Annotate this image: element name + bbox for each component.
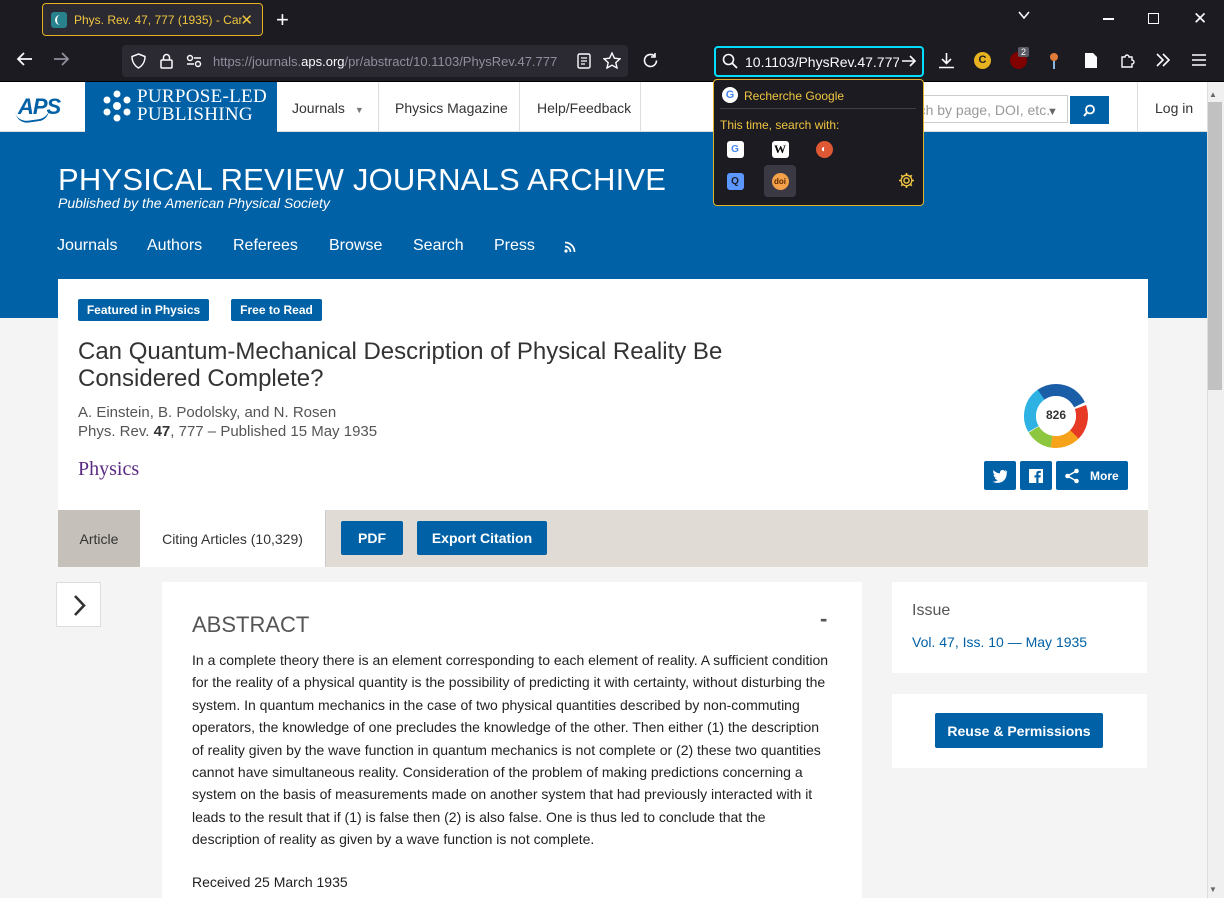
nav-physics-magazine[interactable]: Physics Magazine	[379, 82, 520, 132]
share-more-button[interactable]: More	[1056, 461, 1128, 490]
login-link[interactable]: Log in	[1137, 82, 1207, 132]
free-to-read-badge[interactable]: Free to Read	[231, 299, 322, 321]
tab-title: Phys. Rev. 47, 777 (1935) - Can Quantum-…	[74, 12, 242, 27]
purpose-led-flower-icon	[100, 88, 134, 129]
physics-logo[interactable]: Physics	[78, 458, 139, 481]
twitter-icon	[992, 469, 1008, 483]
close-window-button[interactable]: ✕	[1193, 9, 1207, 29]
menu-press[interactable]: Press	[494, 237, 535, 255]
export-citation-button[interactable]: Export Citation	[417, 521, 547, 555]
menu-browse[interactable]: Browse	[329, 237, 382, 255]
menu-journals[interactable]: Journals	[57, 237, 117, 255]
forward-button[interactable]	[52, 50, 70, 73]
sidebar-toggle-button[interactable]	[56, 582, 101, 627]
maximize-button[interactable]	[1148, 13, 1159, 24]
article-title: Can Quantum-Mechanical Description of Ph…	[78, 338, 723, 392]
scrollbar-thumb[interactable]	[1208, 102, 1222, 390]
web-page: APS PURPOSE-LED PUBLISHING Journals ▼ Phy…	[0, 82, 1207, 898]
site-search-button[interactable]	[1070, 96, 1109, 124]
share-facebook-button[interactable]	[1020, 461, 1052, 490]
list-tabs-icon[interactable]	[1017, 8, 1031, 27]
featured-in-physics-badge[interactable]: Featured in Physics	[78, 299, 209, 321]
overflow-chevrons-icon[interactable]	[1155, 52, 1171, 73]
back-button[interactable]	[16, 50, 34, 73]
nav-journals[interactable]: Journals ▼	[277, 82, 379, 132]
bookmark-star-icon[interactable]	[602, 51, 622, 74]
reload-icon[interactable]	[642, 52, 659, 74]
chevron-right-icon	[74, 595, 86, 616]
reader-view-icon[interactable]	[577, 53, 591, 74]
issue-panel	[892, 582, 1147, 673]
share-twitter-button[interactable]	[984, 461, 1016, 490]
search-icon	[1083, 104, 1095, 117]
menu-authors[interactable]: Authors	[147, 237, 202, 255]
go-arrow-icon[interactable]	[899, 53, 917, 74]
doi-icon[interactable]: doi	[764, 165, 796, 197]
scroll-up-arrow-icon[interactable]: ▲	[1209, 90, 1217, 99]
popup-google-search[interactable]: Recherche Google	[744, 89, 844, 103]
facebook-icon	[1029, 468, 1043, 483]
lock-icon[interactable]	[160, 53, 173, 74]
popup-subheading: This time, search with:	[720, 118, 840, 132]
hamburger-menu-icon[interactable]	[1191, 53, 1207, 72]
extension-pin-icon[interactable]	[1048, 52, 1060, 75]
site-favicon-icon	[51, 11, 67, 28]
extension-badge: 2	[1018, 47, 1030, 57]
google-scholar-icon[interactable]: G	[719, 133, 751, 165]
browser-tab[interactable]: Phys. Rev. 47, 777 (1935) - Can Quantum-…	[42, 3, 263, 36]
scroll-down-arrow-icon[interactable]: ▼	[1209, 885, 1217, 894]
popup-divider	[720, 108, 916, 109]
archive-subtitle: Published by the American Physical Socie…	[58, 195, 330, 211]
permissions-icon[interactable]	[186, 54, 202, 73]
minimize-button[interactable]	[1103, 18, 1114, 20]
extension-c-icon[interactable]: C	[974, 52, 991, 69]
abstract-text: In a complete theory there is an element…	[192, 652, 829, 848]
url-text[interactable]: https://journals.aps.org/pr/abstract/10.…	[213, 54, 568, 69]
close-tab-icon[interactable]: ✕	[240, 11, 253, 29]
article-citation: Phys. Rev. 47, 777 – Published 15 May 19…	[78, 423, 378, 440]
tab-article[interactable]: Article	[58, 510, 140, 567]
archive-title: PHYSICAL REVIEW JOURNALS ARCHIVE	[58, 162, 667, 197]
wikipedia-icon[interactable]: W	[764, 133, 796, 165]
search-settings-gear-icon[interactable]	[898, 172, 915, 194]
qwant-icon[interactable]: Q	[719, 165, 751, 197]
search-icon	[722, 53, 738, 74]
share-icon	[1065, 468, 1079, 483]
article-authors: A. Einstein, B. Podolsky, and N. Rosen	[78, 404, 337, 421]
extensions-puzzle-icon[interactable]	[1119, 52, 1136, 74]
issue-label: Issue	[912, 602, 951, 619]
rss-icon[interactable]	[564, 240, 576, 258]
google-icon: G	[722, 87, 738, 103]
reuse-permissions-button[interactable]: Reuse & Permissions	[935, 713, 1103, 748]
collapse-abstract-button[interactable]: -	[820, 606, 827, 632]
search-bar-input[interactable]: 10.1103/PhysRev.47.777	[714, 46, 924, 77]
pdf-button[interactable]: PDF	[341, 521, 403, 555]
tracking-protection-shield-icon[interactable]	[131, 53, 146, 74]
altmetric-score: 826	[1045, 408, 1067, 422]
duckduckgo-icon[interactable]: ◐	[808, 133, 840, 165]
received-date: Received 25 March 1935	[192, 874, 348, 890]
menu-search[interactable]: Search	[413, 237, 464, 255]
new-tab-button[interactable]: +	[276, 7, 289, 33]
search-dropdown-icon[interactable]: ▼	[1047, 106, 1058, 118]
tab-citing-articles[interactable]: Citing Articles (10,329)	[140, 510, 326, 567]
document-icon[interactable]	[1084, 52, 1098, 74]
downloads-icon[interactable]	[938, 52, 955, 74]
abstract-heading: ABSTRACT	[192, 612, 310, 637]
purpose-led-text: PURPOSE-LED PUBLISHING	[137, 86, 267, 125]
menu-referees[interactable]: Referees	[233, 237, 298, 255]
nav-help-feedback[interactable]: Help/Feedback	[520, 82, 641, 132]
issue-link[interactable]: Vol. 47, Iss. 10 — May 1935	[912, 634, 1087, 650]
